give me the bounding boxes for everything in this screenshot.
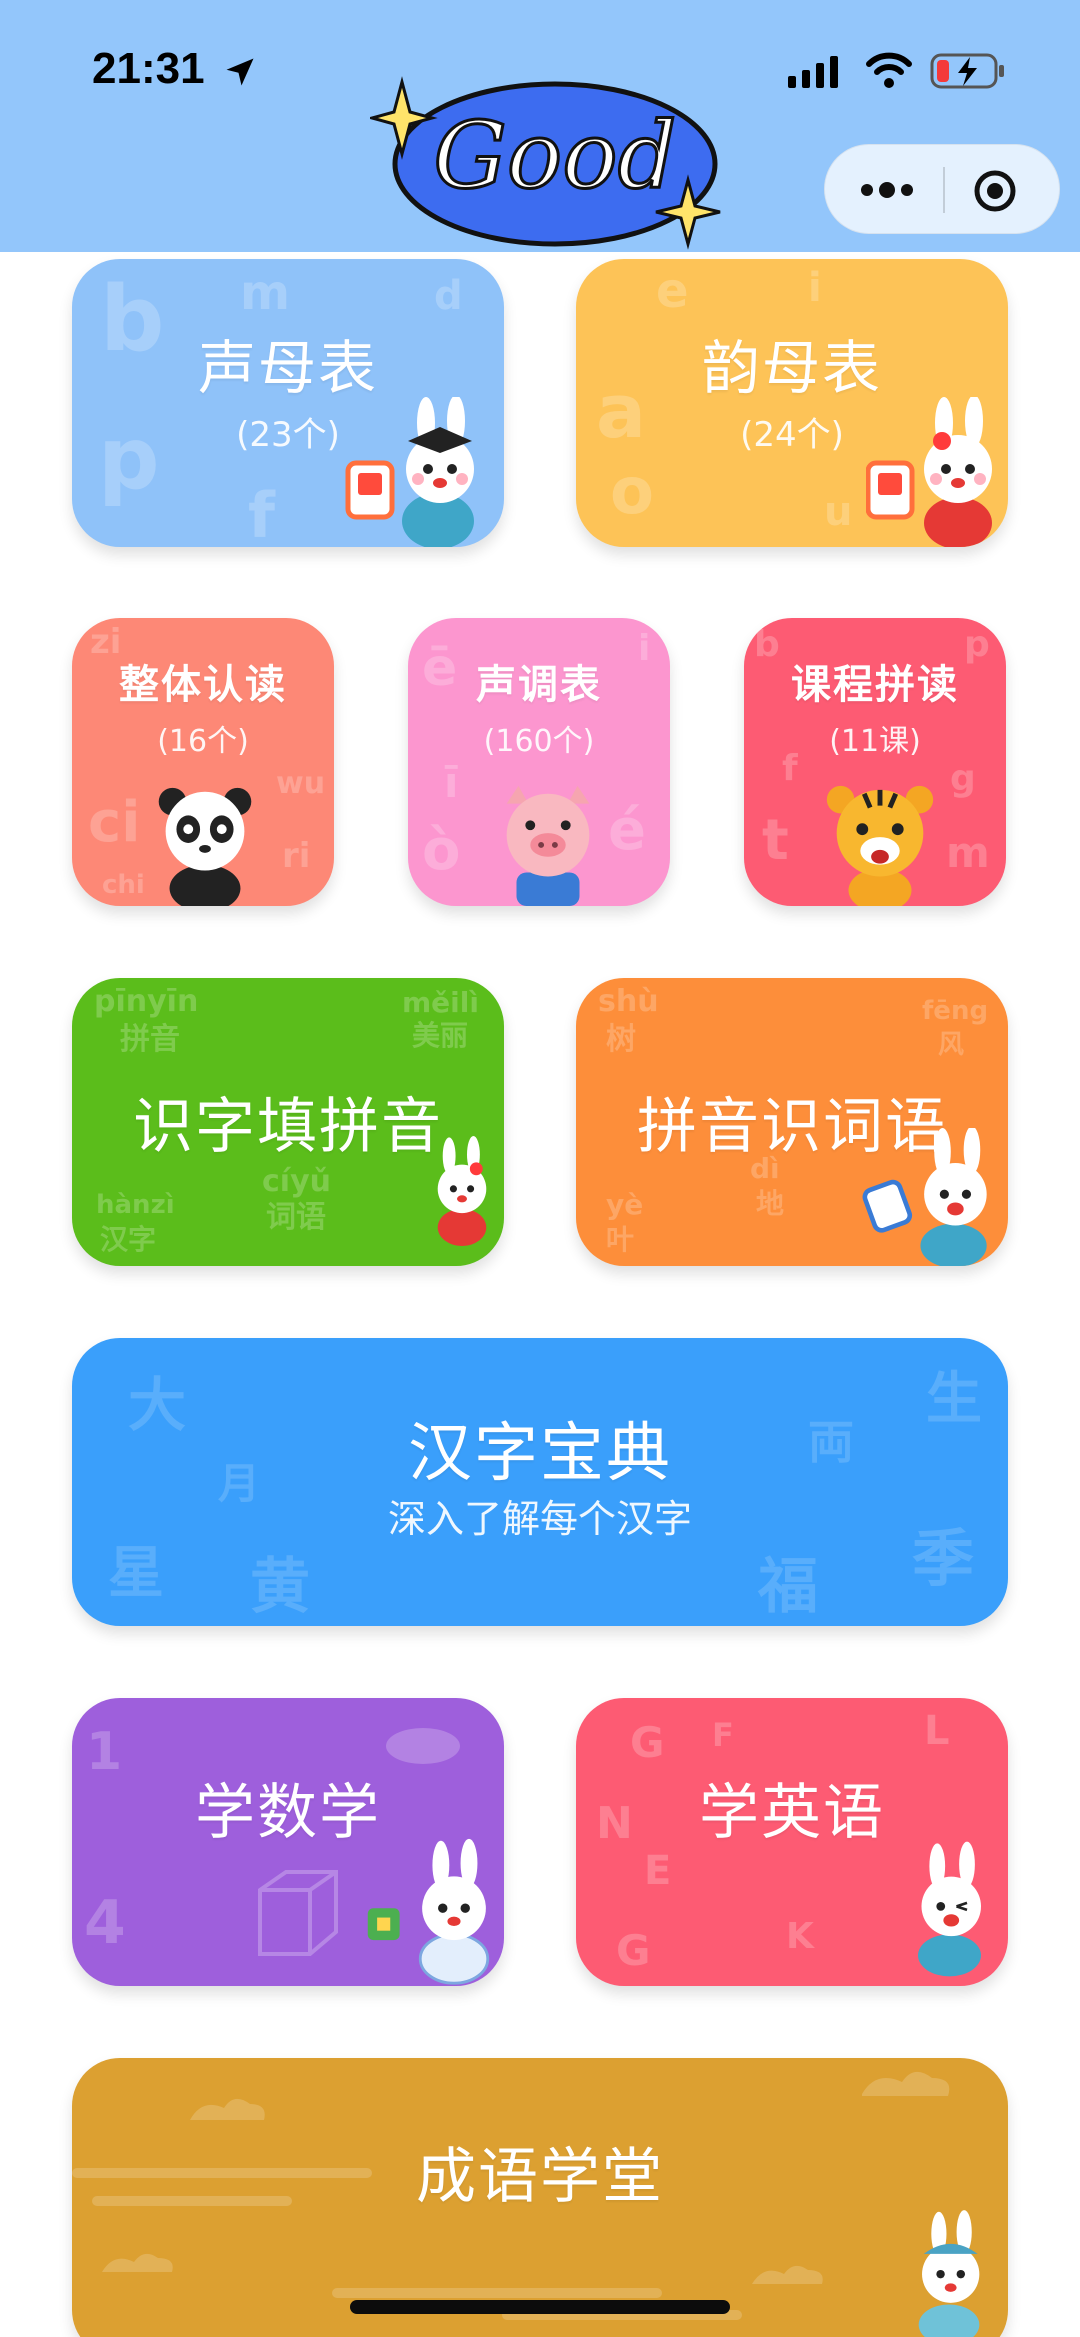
card-zhengti-renduo[interactable]: zi ci wu ri chi 整体认读 (16个) bbox=[72, 618, 334, 906]
card-chengyu-xuetang[interactable]: 成语学堂 bbox=[72, 2058, 1008, 2337]
rabbit-girl-mascot bbox=[866, 397, 992, 547]
pig-mascot bbox=[506, 785, 590, 906]
header-bar: 21:31 Good bbox=[0, 0, 1080, 252]
card-shengdiao-table[interactable]: ē i ī ò é 声调表 (160个) bbox=[408, 618, 670, 906]
card-subtitle: 深入了解每个汉字 bbox=[387, 1497, 692, 1541]
card-title: 成语学堂 bbox=[416, 2142, 664, 2212]
card-title: 声母表 bbox=[197, 334, 378, 402]
rabbit-astronaut-mascot bbox=[367, 1838, 490, 1985]
card-count: (160个) bbox=[483, 724, 595, 759]
ellipse-decoration bbox=[386, 1728, 460, 1764]
more-dots-icon[interactable] bbox=[857, 175, 917, 205]
card-xue-yingyu[interactable]: G F L N E G K 学英语 bbox=[576, 1698, 1008, 1986]
battery-charging-icon bbox=[930, 53, 1004, 89]
status-time: 21:31 bbox=[92, 44, 205, 93]
card-kecheng-pindu[interactable]: b p f t g m 课程拼读 (11课) bbox=[744, 618, 1006, 906]
card-title: 韵母表 bbox=[701, 334, 882, 402]
location-arrow-icon bbox=[226, 58, 254, 86]
rabbit-wink-mascot bbox=[918, 1841, 981, 1977]
good-logo: Good bbox=[370, 76, 721, 250]
cube-decoration bbox=[258, 1870, 338, 1956]
home-indicator[interactable] bbox=[350, 2300, 730, 2314]
card-count: (16个) bbox=[157, 724, 249, 759]
mini-program-capsule bbox=[824, 144, 1060, 234]
card-shengmu-table[interactable]: b m d p f 声母表 (23个) bbox=[72, 259, 504, 547]
rabbit-boy-mascot bbox=[862, 1128, 987, 1266]
rabbit-girl-mascot bbox=[437, 1136, 487, 1246]
card-count: (11课) bbox=[829, 724, 921, 759]
rabbit-scholar-mascot bbox=[918, 2210, 980, 2337]
card-pinyin-shi-ciyu[interactable]: shù 树 fēng 风 dì 地 yè 叶 拼音识词语 bbox=[576, 978, 1008, 1266]
tiger-mascot bbox=[826, 785, 934, 906]
wifi-icon bbox=[866, 52, 912, 88]
card-xue-shuxue[interactable]: 1 4 学数学 bbox=[72, 1698, 504, 1986]
panda-mascot bbox=[158, 787, 252, 906]
card-title: 汉字宝典 bbox=[408, 1417, 672, 1491]
card-title: 整体认读 bbox=[119, 662, 287, 708]
card-shizi-tian-pinyin[interactable]: pīnyīn 拼音 měilì 美丽 hànzì 汉字 cíyǔ 词语 识字填拼… bbox=[72, 978, 504, 1266]
rabbit-teacher-mascot bbox=[345, 397, 474, 547]
card-title: 课程拼读 bbox=[791, 662, 959, 708]
card-hanzi-baodian[interactable]: 大 月 星 黄 生 両 福 季 汉字宝典 深入了解每个汉字 bbox=[72, 1338, 1008, 1626]
close-target-icon[interactable] bbox=[973, 169, 1017, 213]
card-title: 声调表 bbox=[476, 662, 602, 708]
logo-text: Good bbox=[433, 102, 676, 209]
card-yunmu-table[interactable]: e i a o u 韵母表 (24个) bbox=[576, 259, 1008, 547]
cellular-signal-icon bbox=[788, 56, 838, 88]
capsule-divider bbox=[943, 167, 945, 213]
